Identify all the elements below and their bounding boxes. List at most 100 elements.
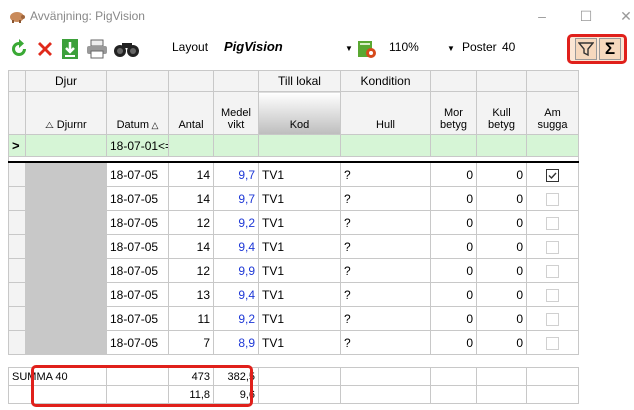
cell-antal[interactable]: 14	[168, 234, 214, 259]
import-icon[interactable]	[60, 38, 80, 60]
cell-djurnr[interactable]	[25, 282, 107, 307]
checkbox-unchecked-icon[interactable]	[546, 312, 559, 326]
cell-hull[interactable]: ?	[340, 306, 431, 331]
chevron-down-icon[interactable]: ▼	[345, 44, 353, 53]
cell-djurnr[interactable]	[25, 258, 107, 283]
cell-kull-betyg[interactable]: 0	[476, 186, 527, 211]
cell-kull-betyg[interactable]: 0	[476, 161, 527, 187]
cell-antal[interactable]: 13	[168, 282, 214, 307]
cell-kod[interactable]: TV1	[258, 258, 341, 283]
cell-antal[interactable]: 12	[168, 258, 214, 283]
cell-kod[interactable]: TV1	[258, 234, 341, 259]
cell-kod[interactable]: TV1	[258, 306, 341, 331]
cell-datum[interactable]: 18-07-05	[106, 282, 169, 307]
cell-mor-betyg[interactable]: 0	[430, 258, 477, 283]
filter-icon[interactable]	[575, 38, 597, 60]
cell-datum[interactable]: 18-07-05	[106, 186, 169, 211]
zoom-select[interactable]: 110%	[389, 40, 419, 54]
layout-select[interactable]: PigVision	[224, 39, 283, 54]
cell-datum[interactable]: 18-07-05	[106, 210, 169, 235]
cell-djurnr[interactable]	[25, 161, 107, 187]
chevron-down-icon[interactable]: ▼	[447, 44, 455, 53]
cell-kod[interactable]: TV1	[258, 210, 341, 235]
cell-hull[interactable]: ?	[340, 161, 431, 187]
cell-kull-betyg[interactable]: 0	[476, 282, 527, 307]
cell-datum[interactable]: 18-07-05	[106, 234, 169, 259]
checkbox-unchecked-icon[interactable]	[546, 336, 559, 350]
binoculars-icon[interactable]	[112, 38, 142, 60]
checkbox-checked-icon[interactable]	[546, 168, 559, 182]
cell-antal[interactable]: 14	[168, 186, 214, 211]
cell-am-sugga[interactable]	[526, 258, 579, 283]
cell-mor-betyg[interactable]: 0	[430, 330, 477, 355]
cell-hull[interactable]: ?	[340, 210, 431, 235]
cell-datum[interactable]: 18-07-05	[106, 258, 169, 283]
column-header-datum[interactable]: Datum △	[106, 91, 169, 135]
cell-am-sugga[interactable]	[526, 234, 579, 259]
cell-datum[interactable]: 18-07-05	[106, 161, 169, 187]
maximize-button[interactable]: ☐	[574, 6, 598, 26]
delete-icon[interactable]	[34, 38, 56, 60]
checkbox-unchecked-icon[interactable]	[546, 240, 559, 254]
filter-cell-datum[interactable]: 18-07-01<=	[106, 134, 169, 157]
table-row[interactable]: 18-07-05 11 9,2 TV1? 0 0	[8, 306, 579, 331]
table-row[interactable]: 18-07-05 14 9,7 TV1? 0 0	[8, 186, 579, 211]
cell-vikt[interactable]: 9,2	[213, 306, 259, 331]
cell-kod[interactable]: TV1	[258, 282, 341, 307]
cell-vikt[interactable]: 9,7	[213, 161, 259, 187]
checkbox-unchecked-icon[interactable]	[546, 192, 559, 206]
column-header-antal[interactable]: Antal	[168, 91, 214, 135]
cell-kull-betyg[interactable]: 0	[476, 330, 527, 355]
table-row[interactable]: 18-07-05 14 9,7 TV1? 0 0	[8, 161, 579, 187]
cell-mor-betyg[interactable]: 0	[430, 186, 477, 211]
sum-toggle-button[interactable]: Σ	[599, 38, 621, 60]
column-header-medel-vikt[interactable]: Medel vikt	[213, 91, 259, 135]
cell-vikt[interactable]: 9,4	[213, 234, 259, 259]
cell-djurnr[interactable]	[25, 186, 107, 211]
cell-djurnr[interactable]	[25, 210, 107, 235]
cell-kull-betyg[interactable]: 0	[476, 210, 527, 235]
column-header-am-sugga[interactable]: Am sugga	[526, 91, 579, 135]
cell-djurnr[interactable]	[25, 306, 107, 331]
cell-hull[interactable]: ?	[340, 234, 431, 259]
cell-mor-betyg[interactable]: 0	[430, 282, 477, 307]
checkbox-unchecked-icon[interactable]	[546, 216, 559, 230]
filter-cell-kod[interactable]	[258, 134, 341, 157]
cell-mor-betyg[interactable]: 0	[430, 234, 477, 259]
filter-cell-am[interactable]	[526, 134, 579, 157]
column-header-djurnr[interactable]: ⧍ Djurnr	[25, 91, 107, 135]
cell-antal[interactable]: 14	[168, 161, 214, 187]
cell-kod[interactable]: TV1	[258, 330, 341, 355]
cell-am-sugga[interactable]	[526, 282, 579, 307]
cell-antal[interactable]: 12	[168, 210, 214, 235]
cell-kull-betyg[interactable]: 0	[476, 306, 527, 331]
cell-am-sugga[interactable]	[526, 210, 579, 235]
cell-vikt[interactable]: 9,4	[213, 282, 259, 307]
column-header-hull[interactable]: Hull	[340, 91, 431, 135]
filter-cell-vikt[interactable]	[213, 134, 259, 157]
cell-hull[interactable]: ?	[340, 258, 431, 283]
cell-datum[interactable]: 18-07-05	[106, 306, 169, 331]
cell-mor-betyg[interactable]: 0	[430, 210, 477, 235]
cell-am-sugga[interactable]	[526, 186, 579, 211]
table-row[interactable]: 18-07-05 7 8,9 TV1? 0 0	[8, 330, 579, 355]
filter-cell-kull[interactable]	[476, 134, 527, 157]
filter-cell-antal[interactable]	[168, 134, 214, 157]
filter-cell-mor[interactable]	[430, 134, 477, 157]
cell-hull[interactable]: ?	[340, 330, 431, 355]
cell-kod[interactable]: TV1	[258, 186, 341, 211]
column-header-kull-betyg[interactable]: Kull betyg	[476, 91, 527, 135]
cell-kull-betyg[interactable]: 0	[476, 234, 527, 259]
column-header-kod[interactable]: Kod	[258, 91, 341, 135]
cell-am-sugga[interactable]	[526, 161, 579, 187]
print-icon[interactable]	[86, 38, 108, 60]
filter-cell-hull[interactable]	[340, 134, 431, 157]
checkbox-unchecked-icon[interactable]	[546, 288, 559, 302]
cell-vikt[interactable]: 9,2	[213, 210, 259, 235]
cell-am-sugga[interactable]	[526, 330, 579, 355]
cell-djurnr[interactable]	[25, 234, 107, 259]
cell-mor-betyg[interactable]: 0	[430, 161, 477, 187]
cell-am-sugga[interactable]	[526, 306, 579, 331]
cell-mor-betyg[interactable]: 0	[430, 306, 477, 331]
column-header-mor-betyg[interactable]: Mor betyg	[430, 91, 477, 135]
